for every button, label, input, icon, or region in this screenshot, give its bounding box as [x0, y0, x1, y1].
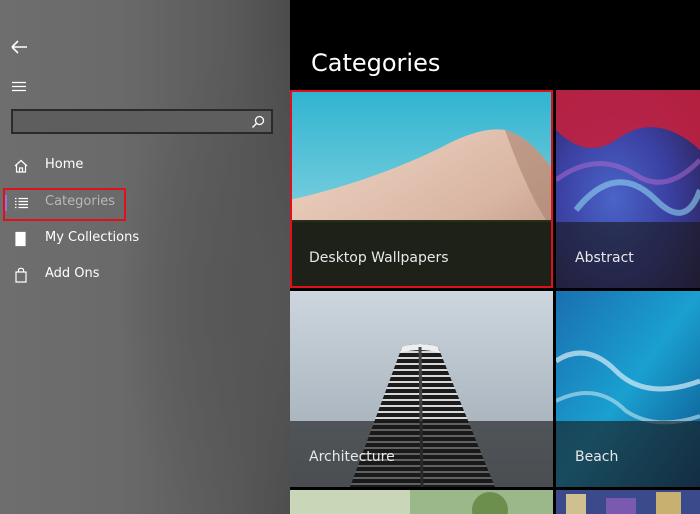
collections-icon	[15, 231, 26, 247]
sidebar-item-my-collections[interactable]: My Collections	[0, 223, 290, 255]
tile-label: Beach	[575, 449, 619, 465]
search-input[interactable]	[13, 111, 255, 132]
tile-partial-city[interactable]	[556, 490, 700, 514]
tile-label: Desktop Wallpapers	[309, 250, 449, 266]
search-box	[11, 109, 273, 134]
home-icon	[14, 159, 28, 173]
sidebar-item-label: Categories	[45, 194, 116, 209]
list-icon	[15, 197, 28, 209]
city-image	[556, 490, 700, 514]
nature-image	[290, 490, 553, 514]
back-arrow-icon	[11, 40, 27, 54]
page-title: Categories	[311, 49, 441, 77]
sidebar-item-home[interactable]: Home	[0, 150, 290, 182]
tile-label: Architecture	[309, 449, 395, 465]
active-indicator	[4, 195, 7, 211]
hamburger-menu-button[interactable]	[8, 76, 32, 98]
tile-label: Abstract	[575, 250, 634, 266]
main-content: Categories Desktop Wallpapers Abstract A…	[290, 0, 700, 514]
tile-desktop-wallpapers[interactable]: Desktop Wallpapers	[290, 90, 553, 288]
tile-beach[interactable]: Beach	[556, 291, 700, 487]
sidebar-item-label: Home	[45, 157, 84, 172]
search-icon[interactable]	[250, 114, 266, 130]
sidebar: Home Categories My Collections Add Ons	[0, 0, 290, 514]
tile-partial-nature[interactable]	[290, 490, 553, 514]
sidebar-item-label: My Collections	[45, 230, 140, 245]
shopping-bag-icon	[15, 267, 27, 283]
hamburger-icon	[12, 81, 26, 92]
sidebar-item-label: Add Ons	[45, 266, 100, 281]
sidebar-item-add-ons[interactable]: Add Ons	[0, 259, 290, 291]
sidebar-item-categories[interactable]: Categories	[0, 187, 290, 219]
back-button[interactable]	[8, 36, 32, 58]
tile-abstract[interactable]: Abstract	[556, 90, 700, 288]
tile-architecture[interactable]: Architecture	[290, 291, 553, 487]
